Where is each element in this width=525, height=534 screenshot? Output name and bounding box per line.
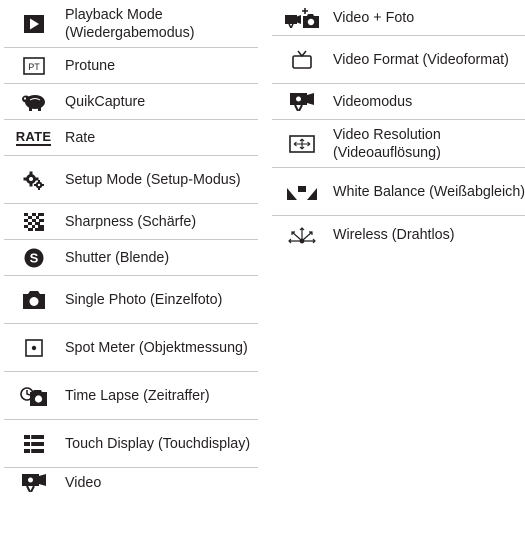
icon-glossary-left-column: Playback Mode (Wiedergabemodus) PT Protu…	[4, 0, 258, 498]
glossary-row-video-format: Video Format (Videoformat)	[272, 36, 525, 84]
glossary-label: Video Resolution (Videoauflösung)	[333, 126, 441, 161]
glossary-row-rate: RATE Rate	[4, 120, 258, 156]
glossary-row-single-photo: Single Photo (Einzelfoto)	[4, 276, 258, 324]
glossary-label: Wireless (Drahtlos)	[333, 227, 455, 243]
glossary-row-quikcapture: QuikCapture	[4, 84, 258, 120]
glossary-label: QuikCapture	[65, 93, 146, 110]
glossary-label: Shutter (Blende)	[65, 249, 170, 266]
glossary-label: Video + Foto	[333, 9, 415, 26]
glossary-row-playback-mode: Playback Mode (Wiedergabemodus)	[4, 0, 258, 48]
glossary-label: White Balance (Weißabgleich)	[333, 183, 525, 200]
glossary-label: Videomodus	[333, 93, 413, 110]
glossary-label: Protune	[65, 57, 116, 74]
glossary-label: Video	[65, 475, 102, 491]
glossary-row-protune: PT Protune	[4, 48, 258, 84]
glossary-row-white-balance: White Balance (Weißabgleich)	[272, 168, 525, 216]
video-mode-icon	[272, 92, 331, 111]
svg-text:PT: PT	[28, 62, 40, 72]
glossary-row-touch-display: Touch Display (Touchdisplay)	[4, 420, 258, 468]
protune-icon: PT	[4, 56, 63, 75]
glossary-row-shutter: S Shutter (Blende)	[4, 240, 258, 276]
rate-icon: RATE	[15, 128, 52, 146]
glossary-row-video: Video	[4, 468, 258, 498]
white-balance-icon	[272, 184, 331, 200]
video-resolution-icon	[272, 134, 331, 153]
single-photo-icon	[4, 290, 63, 309]
glossary-label: Rate	[65, 129, 96, 146]
icon-glossary-right-column: Video + Foto Video Format (Videoformat) …	[272, 0, 525, 254]
glossary-label: Sharpness (Schärfe)	[65, 213, 197, 230]
glossary-row-video-resolution: Video Resolution (Videoauflösung)	[272, 120, 525, 168]
glossary-label: Single Photo (Einzelfoto)	[65, 291, 223, 308]
glossary-row-sharpness: Sharpness (Schärfe)	[4, 204, 258, 240]
glossary-row-wireless: Wireless (Drahtlos)	[272, 216, 525, 254]
glossary-row-setup-mode: Setup Mode (Setup-Modus)	[4, 156, 258, 204]
glossary-row-spot-meter: Spot Meter (Objektmessung)	[4, 324, 258, 372]
glossary-row-time-lapse: Time Lapse (Zeitraffer)	[4, 372, 258, 420]
wireless-icon	[272, 225, 331, 245]
glossary-row-video-mode: Videomodus	[272, 84, 525, 120]
glossary-row-video-plus-photo: Video + Foto	[272, 0, 525, 36]
glossary-label: Time Lapse (Zeitraffer)	[65, 387, 210, 404]
touch-display-icon	[4, 434, 63, 453]
time-lapse-icon	[4, 386, 63, 406]
glossary-label: Setup Mode (Setup-Modus)	[65, 171, 241, 188]
svg-text:S: S	[29, 250, 38, 265]
video-plus-photo-icon	[272, 7, 331, 28]
spot-meter-icon	[4, 338, 63, 357]
quikcapture-icon	[4, 93, 63, 111]
setup-mode-icon	[4, 170, 63, 190]
sharpness-icon	[4, 212, 63, 231]
glossary-label: Touch Display (Touchdisplay)	[65, 435, 251, 452]
glossary-label: Video Format (Videoformat)	[333, 51, 509, 68]
video-format-icon	[272, 50, 331, 70]
shutter-icon: S	[4, 248, 63, 268]
glossary-label: Spot Meter (Objektmessung)	[65, 339, 248, 356]
glossary-label: Playback Mode (Wiedergabemodus)	[65, 6, 195, 41]
playback-mode-icon	[4, 14, 63, 33]
video-icon	[4, 474, 63, 492]
